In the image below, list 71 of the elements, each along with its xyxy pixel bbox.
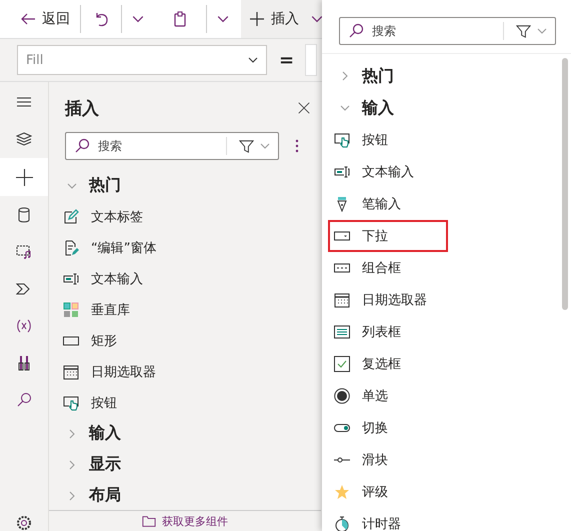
checkbox-icon (334, 356, 350, 372)
category-header[interactable]: 输入 (49, 418, 321, 449)
control-item[interactable]: 下拉 (328, 220, 448, 252)
close-icon[interactable] (297, 101, 311, 115)
control-item[interactable]: 笔输入 (322, 188, 555, 220)
control-item[interactable]: 组合框 (322, 252, 555, 284)
caret-icon (248, 55, 258, 65)
calendar-icon (63, 364, 79, 380)
control-item[interactable]: 复选框 (322, 348, 555, 380)
search-input[interactable]: 搜索 (370, 23, 497, 39)
formula-input[interactable] (305, 44, 317, 76)
plus-icon (249, 11, 265, 27)
hand-pointer-icon (334, 132, 350, 148)
control-item[interactable]: “编辑”窗体 (49, 232, 321, 263)
filter-icon[interactable] (239, 138, 254, 154)
filter-icon[interactable] (516, 24, 531, 38)
grid-tiles-icon (63, 302, 79, 318)
search-field[interactable]: 搜索 (65, 132, 279, 160)
search-icon[interactable] (16, 392, 32, 408)
equals-sign: = (279, 50, 293, 70)
document-pencil-icon (63, 240, 79, 256)
calendar-icon (334, 292, 350, 308)
control-item[interactable]: 文本输入 (322, 156, 555, 188)
control-item[interactable]: 按钮 (322, 124, 555, 156)
more-options-icon[interactable] (295, 138, 299, 154)
search-input[interactable]: 搜索 (96, 138, 220, 154)
category-header[interactable]: 布局 (49, 480, 321, 511)
search-icon (348, 23, 364, 39)
search-icon (74, 138, 90, 154)
control-item[interactable]: 文本输入 (49, 263, 321, 294)
double-chevron-icon[interactable] (16, 281, 32, 297)
control-item[interactable]: 评级 (322, 476, 555, 508)
plus-icon (16, 168, 32, 186)
hand-pointer-icon (63, 394, 79, 410)
control-item[interactable]: 计时器 (322, 508, 555, 531)
control-item[interactable]: 日期选取器 (49, 356, 321, 387)
media-icon[interactable] (16, 244, 32, 260)
radio-icon (334, 388, 350, 404)
star-icon (334, 484, 350, 500)
property-dropdown[interactable]: Fill (17, 45, 267, 75)
database-icon[interactable] (16, 207, 32, 223)
category-header[interactable]: 输入 (322, 92, 571, 124)
control-item[interactable]: 单选 (322, 380, 555, 412)
back-arrow-icon (20, 11, 36, 27)
folder-icon[interactable] (142, 514, 156, 528)
pencil-square-icon (63, 208, 79, 224)
category-header[interactable]: 显示 (49, 449, 321, 480)
control-item[interactable]: 滑块 (322, 444, 555, 476)
list-lines-icon (334, 324, 350, 340)
text-cursor-icon (63, 270, 79, 286)
search-field[interactable]: 搜索 (339, 17, 556, 45)
settings-icon[interactable] (16, 515, 32, 531)
clipboard-icon[interactable] (172, 11, 188, 27)
category-header[interactable]: 热门 (49, 170, 321, 201)
control-item[interactable]: 列表框 (322, 316, 555, 348)
control-item[interactable]: 文本标签 (49, 201, 321, 232)
control-item[interactable]: 切换 (322, 412, 555, 444)
tools-icon[interactable] (16, 355, 32, 371)
control-item[interactable]: 矩形 (49, 325, 321, 356)
control-item[interactable]: 按钮 (49, 387, 321, 418)
control-item[interactable]: 垂直库 (49, 294, 321, 325)
category-header[interactable]: 热门 (322, 60, 571, 92)
control-item[interactable]: 日期选取器 (322, 284, 555, 316)
back-button[interactable]: 返回 (16, 0, 76, 38)
layers-icon[interactable] (16, 131, 32, 147)
panel-title: 插入 (65, 98, 99, 120)
scrollbar-thumb[interactable] (562, 58, 568, 310)
variable-icon[interactable] (16, 318, 32, 334)
get-more-components-link[interactable]: 获取更多组件 (162, 514, 228, 528)
stopwatch-icon (334, 516, 350, 531)
text-cursor-icon (334, 164, 350, 180)
